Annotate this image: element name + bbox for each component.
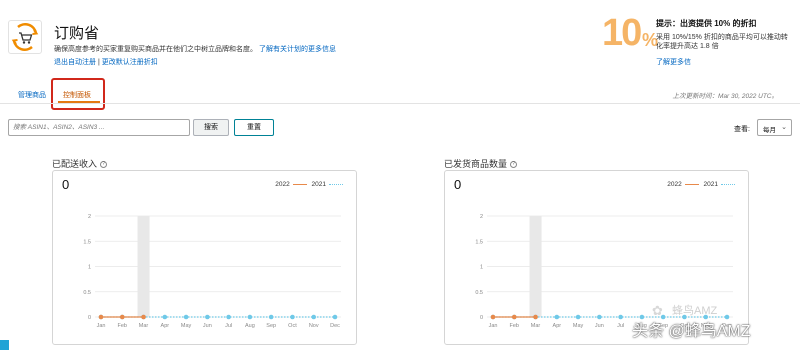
data-point-2022	[141, 314, 146, 320]
data-point-2021	[205, 314, 210, 320]
search-button[interactable]: 搜索	[193, 119, 229, 136]
current-month-highlight	[137, 216, 150, 317]
help-icon[interactable]: ?	[100, 161, 108, 169]
reset-button[interactable]: 重置	[234, 119, 274, 136]
x-tick-label: May	[181, 323, 192, 329]
link-separator: |	[97, 59, 100, 66]
promo-number: 10	[602, 12, 642, 54]
shipped-revenue-title-text: 已配送收入	[52, 159, 98, 169]
promo-description: 采用 10%/15% 折扣的商品平均可以推动转化率提升高达 1.8 倍	[656, 34, 788, 50]
y-tick-label: 1	[88, 265, 91, 271]
x-tick-label: Jan	[97, 323, 106, 329]
view-label: 查看:	[734, 126, 750, 133]
chevron-down-icon: ⌄	[781, 124, 787, 131]
x-tick-label: Feb	[510, 323, 519, 329]
data-point-2021	[162, 314, 168, 320]
x-tick-label: Nov	[309, 323, 319, 329]
x-tick-label: Jun	[595, 323, 604, 329]
data-point-2021	[575, 314, 581, 320]
x-tick-label: Apr	[553, 323, 562, 329]
watermark-text: 蜂鸟AMZ	[672, 305, 718, 317]
view-period-select[interactable]: 每月 ⌄	[757, 119, 792, 136]
data-point-2021	[226, 314, 231, 320]
shipped-revenue-title: 已配送收入?	[52, 157, 108, 170]
x-tick-label: Jul	[225, 323, 232, 329]
y-tick-label: 1	[480, 265, 483, 271]
promo-learn-more-link[interactable]: 了解更多信	[656, 57, 691, 67]
data-point-2021	[247, 314, 253, 320]
data-point-2022	[119, 314, 125, 320]
learn-more-link[interactable]: 了解有关计划的更多信息	[259, 46, 336, 53]
x-tick-label: Feb	[118, 323, 127, 329]
cart-refresh-icon	[11, 23, 39, 51]
x-tick-label: Aug	[245, 323, 255, 329]
promo-title: 提示：出资提供 10% 的折扣	[656, 19, 757, 28]
data-point-2021	[290, 314, 295, 320]
source-watermark: 头条 @蜂鸟AMZ	[632, 323, 751, 340]
data-point-2022	[533, 314, 538, 320]
current-month-highlight	[529, 216, 542, 317]
shipped-revenue-panel: 0 2022 2021 0 0.5 1 1.5 2 Jan Feb Mar Apr May Jun J…	[52, 170, 357, 345]
data-point-2021	[618, 314, 623, 320]
page-title: 订购省	[54, 25, 100, 42]
x-tick-label: Mar	[531, 323, 541, 329]
tab-divider	[0, 103, 800, 104]
x-tick-label: Mar	[139, 323, 149, 329]
y-tick-label: 0	[88, 315, 91, 321]
y-tick-label: 1.5	[475, 239, 483, 245]
data-point-2021	[183, 314, 189, 320]
data-point-2021	[311, 314, 317, 320]
change-default-discount-link[interactable]: 更改默认注册折扣	[102, 59, 158, 66]
x-tick-label: Jun	[203, 323, 212, 329]
help-icon[interactable]: ?	[510, 161, 518, 169]
x-tick-label: Jul	[617, 323, 624, 329]
last-updated-text: 上次更新时间：Mar 30, 2022 UTC。	[672, 93, 778, 100]
y-tick-label: 2	[88, 214, 91, 220]
x-tick-label: Dec	[330, 323, 340, 329]
data-point-2022	[98, 314, 104, 320]
x-tick-label: May	[573, 323, 584, 329]
x-tick-label: Apr	[161, 323, 170, 329]
data-point-2022	[490, 314, 496, 320]
x-tick-label: Sep	[266, 323, 276, 329]
opt-out-auto-enroll-link[interactable]: 退出自动注册	[54, 59, 96, 66]
x-tick-label: Oct	[288, 323, 297, 329]
shipped-units-title: 已发货商品数量?	[444, 157, 518, 170]
data-point-2021	[554, 314, 560, 320]
shipped-revenue-chart: 0 0.5 1 1.5 2 Jan Feb Mar Apr May Jun Jul Aug Sep Oct N…	[83, 214, 341, 329]
view-period-value: 每月	[763, 127, 776, 134]
data-point-2021	[332, 314, 338, 320]
x-tick-label: Jan	[489, 323, 498, 329]
program-logo	[8, 20, 42, 54]
data-point-2021	[597, 314, 602, 320]
asin-search-input[interactable]	[8, 119, 190, 136]
data-point-2021	[268, 314, 274, 320]
tab-dashboard[interactable]: 控制面板	[63, 90, 91, 100]
data-point-2022	[511, 314, 517, 320]
y-tick-label: 0	[480, 315, 483, 321]
enrollment-links: 退出自动注册 | 更改默认注册折扣	[54, 57, 158, 67]
description-text: 确保高度参考的买家重复购买商品并在他们之中树立品牌和名度。	[54, 46, 257, 53]
y-tick-label: 1.5	[83, 239, 91, 245]
y-tick-label: 0.5	[475, 290, 483, 296]
program-description: 确保高度参考的买家重复购买商品并在他们之中树立品牌和名度。 了解有关计划的更多信…	[54, 44, 336, 54]
tab-manage-products[interactable]: 管理商品	[18, 90, 46, 100]
side-badge	[0, 340, 9, 350]
y-tick-label: 2	[480, 214, 483, 220]
y-tick-label: 0.5	[83, 290, 91, 296]
shipped-units-title-text: 已发货商品数量	[444, 159, 508, 169]
